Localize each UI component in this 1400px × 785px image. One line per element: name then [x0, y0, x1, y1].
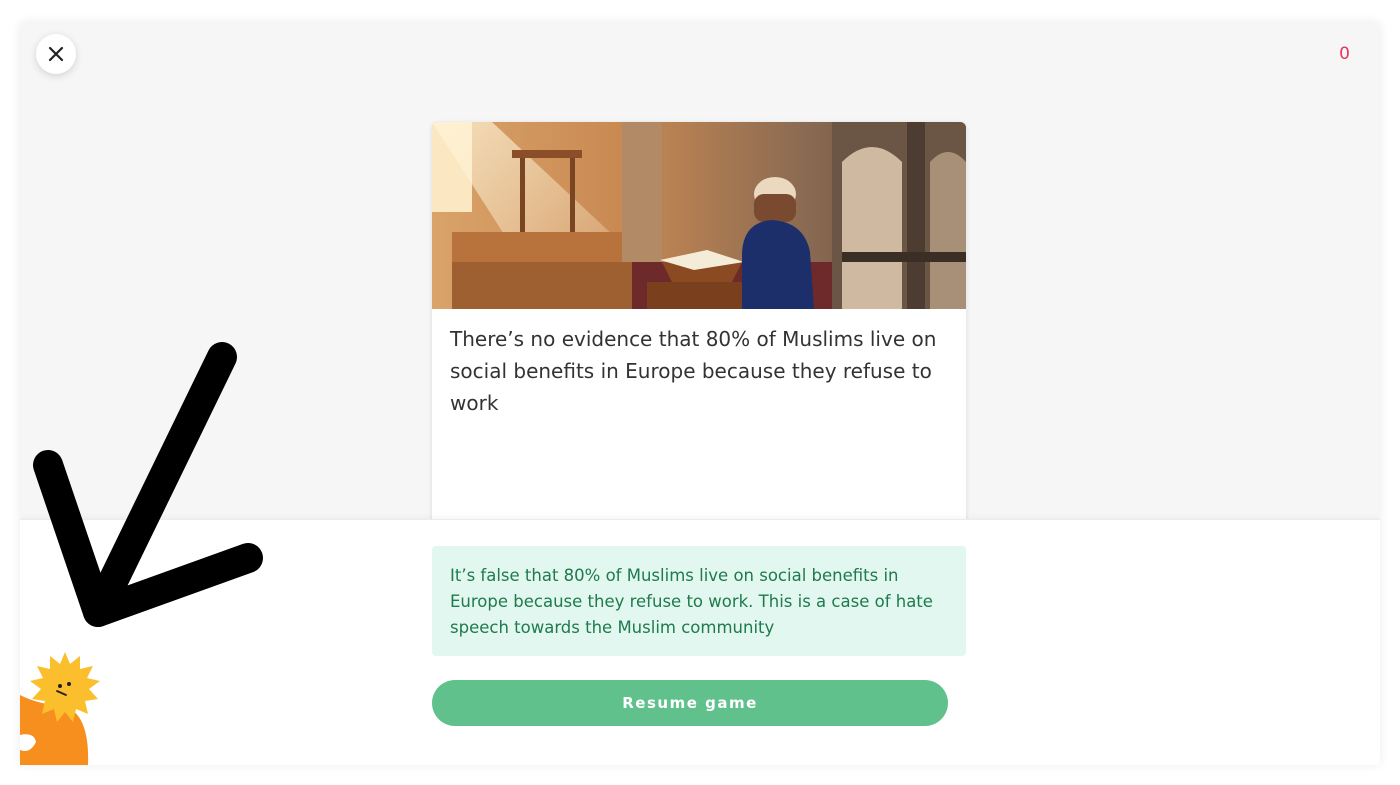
close-icon [48, 46, 64, 62]
statement-card: There’s no evidence that 80% of Muslims … [432, 122, 966, 542]
mosque-prayer-image [432, 122, 966, 309]
statement-text: There’s no evidence that 80% of Muslims … [450, 327, 937, 415]
game-screen: 0 There’s no evidence that 80% of Muslim… [20, 22, 1380, 765]
resume-game-button[interactable]: Resume game [432, 680, 948, 726]
close-button[interactable] [36, 34, 76, 74]
feedback-message: It’s false that 80% of Muslims live on s… [432, 546, 966, 656]
mascot-icon [20, 652, 100, 765]
score-counter: 0 [1339, 44, 1350, 64]
feedback-panel: It’s false that 80% of Muslims live on s… [20, 519, 1380, 765]
